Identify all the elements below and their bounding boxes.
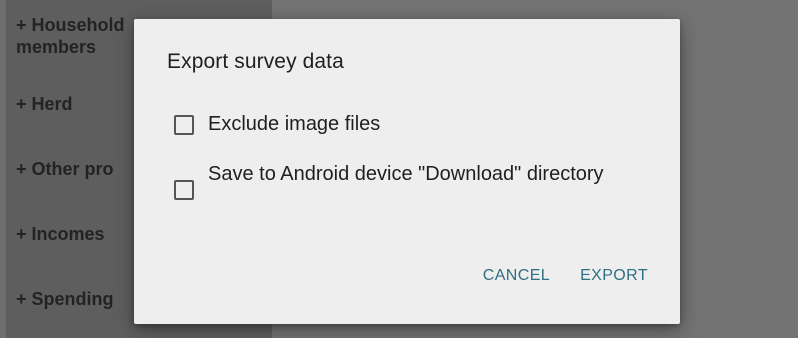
sidebar-item-incomes[interactable]: + Incomes: [16, 223, 105, 245]
export-button[interactable]: EXPORT: [580, 267, 648, 285]
dialog-title: Export survey data: [167, 50, 344, 73]
sidebar-item-spending[interactable]: + Spending: [16, 288, 114, 310]
app-screen: + Household members + Herd + Other pro +…: [0, 0, 798, 338]
exclude-images-option[interactable]: Exclude image files: [174, 112, 608, 136]
save-to-download-checkbox[interactable]: [174, 180, 194, 200]
dialog-actions: CANCEL EXPORT: [483, 267, 648, 285]
exclude-images-label[interactable]: Exclude image files: [208, 112, 608, 136]
sidebar-item-other-products[interactable]: + Other pro: [16, 158, 114, 180]
export-dialog: Export survey data Exclude image files S…: [134, 19, 680, 324]
save-to-download-option[interactable]: Save to Android device "Download" direct…: [174, 162, 608, 200]
sidebar-item-household-members[interactable]: + Household members: [16, 14, 125, 58]
save-to-download-label[interactable]: Save to Android device "Download" direct…: [208, 162, 608, 186]
exclude-images-checkbox[interactable]: [174, 115, 194, 135]
sidebar-item-herd[interactable]: + Herd: [16, 93, 73, 115]
cancel-button[interactable]: CANCEL: [483, 267, 550, 285]
